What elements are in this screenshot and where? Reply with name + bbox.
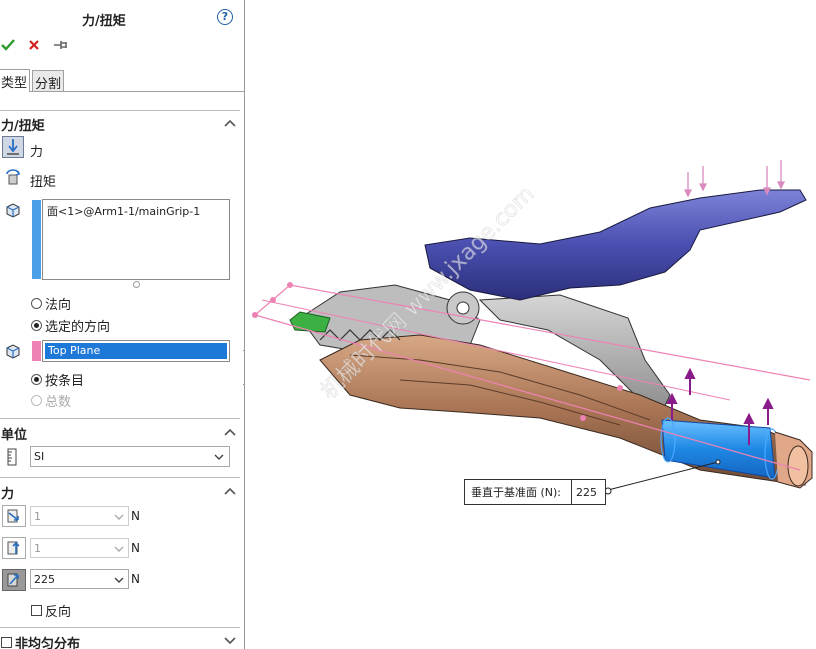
radio-per-item[interactable]: 按条目 <box>31 370 84 389</box>
ok-icon[interactable] <box>1 38 15 52</box>
chevron-up-icon[interactable] <box>224 118 236 128</box>
unit-label: N <box>131 509 140 523</box>
tab-split-label: 分割 <box>35 77 62 92</box>
radio-selected-direction[interactable]: 选定的方向 <box>31 316 110 335</box>
graphics-viewport[interactable]: 机械时代网 www.jxage.com 垂直于基准面 (N): 225 <box>245 0 816 649</box>
force-y-value: 1 <box>34 541 41 555</box>
tab-type-label: 类型 <box>1 76 28 91</box>
divider <box>0 418 240 419</box>
radio-per-item-label: 按条目 <box>45 374 85 389</box>
face-select-icon <box>6 203 20 218</box>
chevron-down-icon <box>114 577 124 583</box>
nonuniform-checkbox[interactable]: 非均匀分布 <box>1 633 80 649</box>
radio-per-item-circle[interactable] <box>31 374 42 385</box>
handle-force-arrows <box>683 160 786 198</box>
radio-total-circle[interactable] <box>31 395 42 406</box>
tab-split[interactable]: 分割 <box>32 70 65 92</box>
force-label: 力 <box>30 145 44 160</box>
tab-type[interactable]: 类型 <box>0 69 31 92</box>
section-header-force: 力 <box>1 487 15 502</box>
plane-select-icon <box>6 344 20 359</box>
direction-z-icon <box>7 573 19 587</box>
torque-icon <box>6 169 21 185</box>
radio-normal[interactable]: 法向 <box>31 294 71 313</box>
radio-normal-circle[interactable] <box>31 298 42 309</box>
property-manager: 力/扭矩 ? 类型 分割 力/扭矩 力 扭矩 面<1>@Arm1-1/mainG… <box>0 0 245 649</box>
direction-x-icon <box>7 509 19 523</box>
panel-title: 力/扭矩 <box>82 14 126 29</box>
section-header-force-torque: 力/扭矩 <box>1 119 45 134</box>
help-icon[interactable]: ? <box>217 9 233 25</box>
callout-label: 垂直于基准面 (N): <box>471 486 562 499</box>
help-label: ? <box>221 10 229 23</box>
chevron-up-icon[interactable] <box>224 486 236 496</box>
force-type-button[interactable] <box>2 136 24 158</box>
radio-normal-label: 法向 <box>45 298 72 313</box>
selection-color-bar <box>32 200 41 279</box>
torque-type-button[interactable] <box>2 166 24 188</box>
force-y-select[interactable]: 1 <box>30 538 129 558</box>
face-selection-list[interactable]: 面<1>@Arm1-1/mainGrip-1 <box>42 199 230 280</box>
force-z-select[interactable]: 225 <box>30 569 129 589</box>
unit-label: N <box>131 541 140 555</box>
chevron-down-icon <box>114 546 124 552</box>
unit-label: N <box>131 572 140 586</box>
reverse-label: 反向 <box>45 605 72 620</box>
chevron-down-icon <box>114 514 124 520</box>
torque-label: 扭矩 <box>30 175 57 190</box>
callout-value[interactable]: 225 <box>571 480 597 504</box>
clamp-model: 机械时代网 www.jxage.com <box>252 160 813 495</box>
force-z-value: 225 <box>34 572 55 586</box>
ruler-icon <box>7 448 17 466</box>
radio-selected-direction-circle[interactable] <box>31 320 42 331</box>
chevron-down-icon <box>214 454 224 460</box>
section-header-units: 单位 <box>1 428 28 443</box>
radio-selected-direction-label: 选定的方向 <box>45 320 111 335</box>
pivot-hole <box>456 301 470 315</box>
force-x-select[interactable]: 1 <box>30 506 129 526</box>
direction-y-icon <box>7 541 20 555</box>
units-select-value: SI <box>34 450 45 463</box>
component-x-button[interactable] <box>2 505 26 527</box>
units-select[interactable]: SI <box>30 446 230 467</box>
chevron-down-icon[interactable] <box>224 636 236 646</box>
nonuniform-label: 非均匀分布 <box>15 637 81 649</box>
cancel-icon[interactable] <box>28 39 40 51</box>
divider <box>0 110 240 111</box>
force-arrow-icon <box>7 139 19 155</box>
divider <box>0 627 240 628</box>
face-selection-item[interactable]: 面<1>@Arm1-1/mainGrip-1 <box>43 200 229 222</box>
chevron-up-icon[interactable] <box>224 427 236 437</box>
force-x-value: 1 <box>34 509 41 523</box>
component-z-button[interactable] <box>2 569 26 591</box>
reverse-checkbox[interactable]: 反向 <box>31 601 71 620</box>
force-callout[interactable]: 垂直于基准面 (N): 225 <box>464 479 606 505</box>
pin-icon[interactable] <box>53 38 69 52</box>
list-resize-handle[interactable] <box>133 281 140 288</box>
divider <box>0 477 240 478</box>
nonuniform-checkbox-box[interactable] <box>1 637 12 648</box>
direction-reference-value[interactable]: Top Plane <box>45 343 227 359</box>
direction-color-bar <box>32 341 41 361</box>
component-y-button[interactable] <box>2 537 26 559</box>
direction-reference-field[interactable]: Top Plane <box>42 340 230 362</box>
reverse-checkbox-box[interactable] <box>31 605 42 616</box>
radio-total-label: 总数 <box>45 395 72 410</box>
radio-total[interactable]: 总数 <box>31 391 71 410</box>
